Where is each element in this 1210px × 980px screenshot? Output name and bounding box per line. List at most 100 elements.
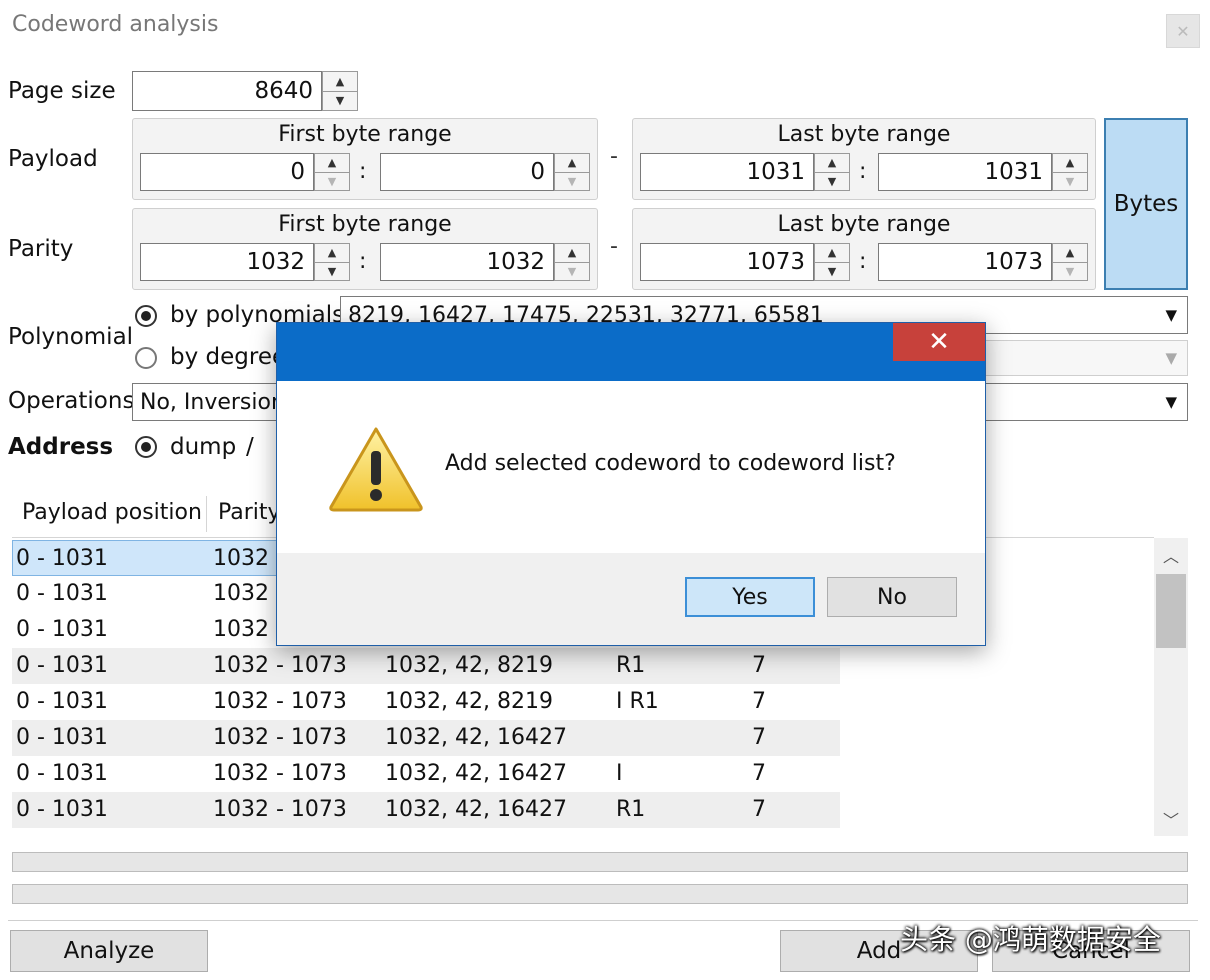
cell-parity: 1032 - xyxy=(213,546,284,571)
spinner[interactable]: ▲ ▼ xyxy=(554,153,590,191)
table-row[interactable]: 0 - 1031 1032 - 1073 1032, 42, 16427 I 7 xyxy=(12,756,840,792)
spin-up-icon[interactable]: ▲ xyxy=(1053,244,1087,262)
address-label: Address xyxy=(8,434,114,460)
spinner[interactable]: ▲ ▼ xyxy=(1052,243,1088,281)
dump-radio[interactable] xyxy=(135,436,157,458)
spin-down-icon[interactable]: ▼ xyxy=(815,261,849,281)
spin-down-icon[interactable]: ▼ xyxy=(315,171,349,191)
parity-last-to-input[interactable]: 1073 xyxy=(878,243,1052,281)
spin-down-icon[interactable]: ▼ xyxy=(555,261,589,281)
payload-first-to-stepper[interactable]: 0 ▲ ▼ xyxy=(380,153,590,193)
range-colon: : xyxy=(359,249,367,274)
cell-polynomial: 1032, 42, 16427 xyxy=(385,797,567,822)
cell-parity: 1032 - 1073 xyxy=(213,689,347,714)
dialog-message: Add selected codeword to codeword list? xyxy=(445,451,896,476)
spin-up-icon[interactable]: ▲ xyxy=(315,244,349,262)
payload-first-to-input[interactable]: 0 xyxy=(380,153,554,191)
parity-last-from-input[interactable]: 1073 xyxy=(640,243,814,281)
payload-last-from-input[interactable]: 1031 xyxy=(640,153,814,191)
spin-down-icon[interactable]: ▼ xyxy=(815,171,849,191)
close-icon: ✕ xyxy=(1176,21,1190,41)
dump-label: dump xyxy=(170,434,237,460)
parity-first-from-stepper[interactable]: 1032 ▲ ▼ xyxy=(140,243,350,283)
payload-last-to-input[interactable]: 1031 xyxy=(878,153,1052,191)
dialog-close-button[interactable]: ✕ xyxy=(893,323,985,361)
dialog-body: Add selected codeword to codeword list? xyxy=(277,381,985,553)
parity-last-to-stepper[interactable]: 1073 ▲ ▼ xyxy=(878,243,1088,283)
group-title: First byte range xyxy=(278,122,452,147)
payload-first-from-stepper[interactable]: 0 ▲ ▼ xyxy=(140,153,350,193)
page-size-stepper[interactable]: 8640 ▲ ▼ xyxy=(132,71,358,111)
spinner[interactable]: ▲ ▼ xyxy=(814,243,850,281)
dialog-title-bar: ✕ xyxy=(277,323,985,381)
spin-down-icon[interactable]: ▼ xyxy=(315,261,349,281)
table-row[interactable]: 0 - 1031 1032 - 1073 1032, 42, 8219 I R1… xyxy=(12,684,840,720)
spin-down-icon[interactable]: ▼ xyxy=(1053,171,1087,191)
bytes-button[interactable]: Bytes xyxy=(1104,118,1188,290)
by-polynomials-radio[interactable] xyxy=(135,305,157,327)
spinner[interactable]: ▲ ▼ xyxy=(314,153,350,191)
table-vertical-scrollbar[interactable]: ︿ ﹀ xyxy=(1154,538,1188,836)
spinner[interactable]: ▲ ▼ xyxy=(554,243,590,281)
by-degree-radio[interactable] xyxy=(135,347,157,369)
cell-polynomial: 1032, 42, 16427 xyxy=(385,725,567,750)
spin-down-icon[interactable]: ▼ xyxy=(1053,261,1087,281)
payload-last-to-stepper[interactable]: 1031 ▲ ▼ xyxy=(878,153,1088,193)
cell-count: 7 xyxy=(752,653,766,678)
table-row[interactable]: 0 - 1031 1032 - 1073 1032, 42, 16427 R1 … xyxy=(12,792,840,828)
group-title: First byte range xyxy=(278,212,452,237)
cell-parity: 1032 - 1073 xyxy=(213,797,347,822)
cell-payload: 0 - 1031 xyxy=(16,617,108,642)
spin-down-icon[interactable]: ▼ xyxy=(555,171,589,191)
chevron-down-icon[interactable]: ﹀ xyxy=(1154,802,1188,836)
no-button[interactable]: No xyxy=(827,577,957,617)
cell-payload: 0 - 1031 xyxy=(16,653,108,678)
payload-last-from-stepper[interactable]: 1031 ▲ ▼ xyxy=(640,153,850,193)
spin-up-icon[interactable]: ▲ xyxy=(555,244,589,262)
chevron-down-icon: ▼ xyxy=(1165,349,1177,367)
table-row[interactable]: 0 - 1031 1032 - 1073 1032, 42, 8219 R1 7 xyxy=(12,648,840,684)
spinner[interactable]: ▲ ▼ xyxy=(814,153,850,191)
spinner[interactable]: ▲ ▼ xyxy=(314,243,350,281)
cell-parity: 1032 - 1073 xyxy=(213,761,347,786)
spin-up-icon[interactable]: ▲ xyxy=(315,154,349,172)
spin-up-icon[interactable]: ▲ xyxy=(555,154,589,172)
close-icon: ✕ xyxy=(928,327,950,357)
cell-payload: 0 - 1031 xyxy=(16,725,108,750)
analyze-button[interactable]: Analyze xyxy=(10,930,208,972)
cell-payload: 0 - 1031 xyxy=(16,581,108,606)
address-slash: / xyxy=(246,434,254,460)
window-close-button[interactable]: ✕ xyxy=(1166,14,1200,48)
yes-button[interactable]: Yes xyxy=(685,577,815,617)
chevron-up-icon[interactable]: ︿ xyxy=(1154,538,1188,572)
payload-label: Payload xyxy=(8,146,98,172)
cell-polynomial: 1032, 42, 8219 xyxy=(385,689,553,714)
spin-up-icon[interactable]: ▲ xyxy=(323,72,357,91)
payload-first-from-input[interactable]: 0 xyxy=(140,153,314,191)
cell-operation: I R1 xyxy=(616,689,659,714)
column-header-parity[interactable]: Parity xyxy=(218,500,281,525)
scrollbar-thumb[interactable] xyxy=(1156,574,1186,648)
page-size-input[interactable]: 8640 xyxy=(132,71,322,111)
parity-first-from-input[interactable]: 1032 xyxy=(140,243,314,281)
spin-down-icon[interactable]: ▼ xyxy=(323,90,357,111)
group-title: Last byte range xyxy=(777,122,951,147)
page-size-spinner[interactable]: ▲ ▼ xyxy=(322,71,358,111)
progress-bar-secondary xyxy=(12,884,1188,904)
spinner[interactable]: ▲ ▼ xyxy=(1052,153,1088,191)
radio-dot xyxy=(141,442,151,452)
table-row[interactable]: 0 - 1031 1032 - 1073 1032, 42, 16427 7 xyxy=(12,720,840,756)
column-header-payload-position[interactable]: Payload position xyxy=(22,500,202,525)
range-dash: - xyxy=(610,144,618,169)
spin-up-icon[interactable]: ▲ xyxy=(1053,154,1087,172)
parity-first-to-stepper[interactable]: 1032 ▲ ▼ xyxy=(380,243,590,283)
parity-last-range-group: Last byte range 1073 ▲ ▼ : 1073 ▲ ▼ xyxy=(632,208,1096,290)
parity-first-range-group: First byte range 1032 ▲ ▼ : 1032 ▲ ▼ xyxy=(132,208,598,290)
parity-first-to-input[interactable]: 1032 xyxy=(380,243,554,281)
spin-up-icon[interactable]: ▲ xyxy=(815,244,849,262)
cell-operation: R1 xyxy=(616,797,646,822)
parity-last-from-stepper[interactable]: 1073 ▲ ▼ xyxy=(640,243,850,283)
spin-up-icon[interactable]: ▲ xyxy=(815,154,849,172)
payload-last-range-group: Last byte range 1031 ▲ ▼ : 1031 ▲ ▼ xyxy=(632,118,1096,200)
cell-payload: 0 - 1031 xyxy=(16,761,108,786)
